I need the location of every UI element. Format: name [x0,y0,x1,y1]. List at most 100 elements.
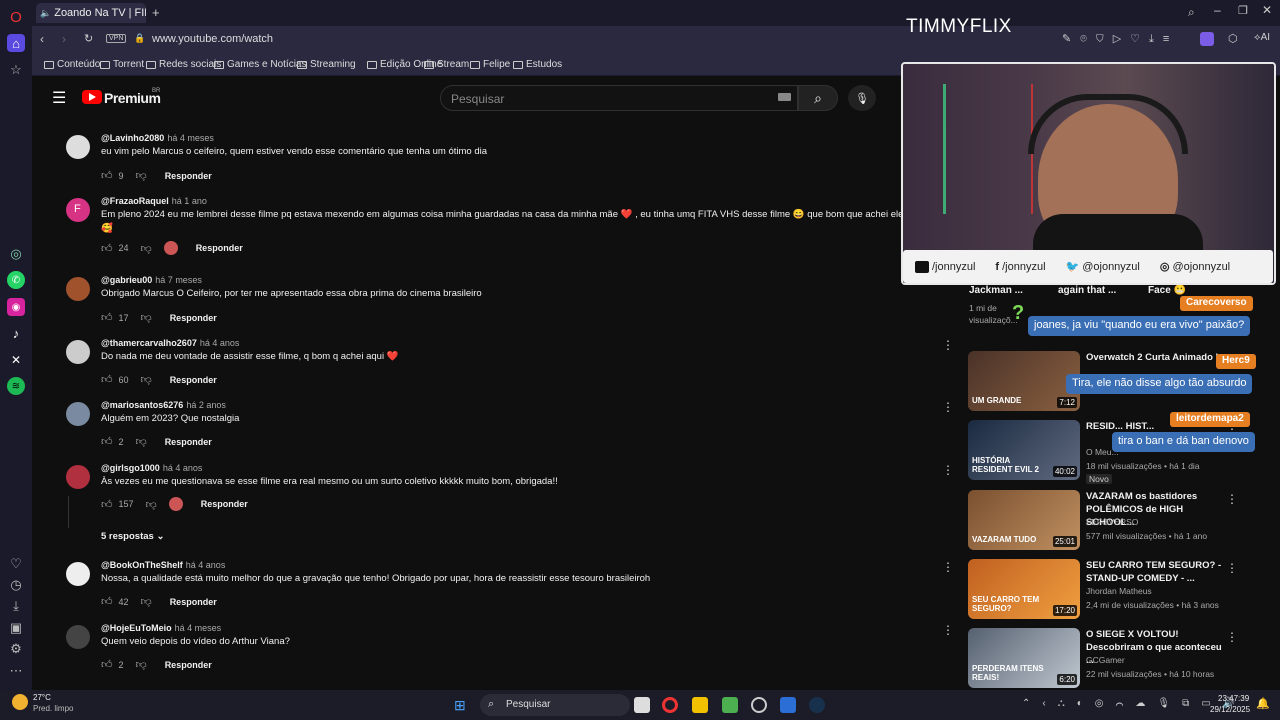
like-icon[interactable]: 👍︎ [101,311,113,324]
youtube-logo-icon[interactable] [82,90,102,104]
reply-button[interactable]: Responder [196,243,243,253]
dislike-icon[interactable]: 👎︎ [146,498,157,511]
opera-taskbar-icon[interactable] [662,697,678,713]
steam-icon[interactable] [809,697,825,713]
reply-button[interactable]: Responder [165,171,212,181]
avatar[interactable] [66,340,90,364]
video-channel[interactable]: GCGamer [1086,655,1125,665]
video-title[interactable]: SEU CARRO TEM SEGURO? - STAND-UP COMEDY … [1086,559,1226,585]
video-channel[interactable]: FEFOVERSO [1086,517,1138,527]
close-window-icon[interactable]: ✕ [1262,3,1272,17]
video-menu-icon[interactable]: ⋮ [1226,630,1238,644]
comment-author[interactable]: @BookOnTheShelf [101,560,183,570]
reply-button[interactable]: Responder [165,437,212,447]
minimize-icon[interactable]: – [1214,3,1221,17]
reply-button[interactable]: Responder [201,499,248,509]
comment-time[interactable]: há 4 anos [163,463,203,473]
comment-author[interactable]: @gabrieu00 [101,275,152,285]
active-tab[interactable]: 🔈 Zoando Na TV | FILME [36,3,146,23]
avatar[interactable] [66,562,90,586]
download-icon[interactable]: ⤓ [7,597,25,615]
comment-author[interactable]: @mariosantos6276 [101,400,183,410]
heart-icon[interactable]: ♡ [7,555,25,573]
comment-time[interactable]: há 7 meses [155,275,202,285]
video-title[interactable]: Overwatch 2 Curta Animado | [1086,351,1226,364]
like-icon[interactable]: 👍︎ [101,242,113,255]
dislike-icon[interactable]: 👎︎ [136,169,147,182]
dislike-icon[interactable]: 👎︎ [136,658,147,671]
like-icon[interactable]: 👍︎ [101,595,113,608]
like-icon[interactable]: 👍︎ [101,658,113,671]
extension-icon[interactable]: ⬡ [1228,32,1238,45]
sidebar-top-title-0[interactable]: Jackman ... [969,285,1023,296]
comment-menu-icon[interactable]: ⋮ [942,400,954,414]
comment-time[interactable]: há 4 meses [167,133,214,143]
like-icon[interactable]: 👍︎ [101,373,113,386]
instagram-icon[interactable]: ◉ [7,298,25,316]
back-icon[interactable]: ‹ [40,32,44,46]
like-icon[interactable]: 👍︎ [101,498,113,511]
comment-menu-icon[interactable]: ⋮ [942,623,954,637]
video-thumbnail[interactable]: HISTÓRIA RESIDENT EVIL 2 40:02 [968,420,1080,480]
comment-time[interactable]: há 4 meses [175,623,222,633]
bookmark-folder[interactable]: Streaming [297,59,356,70]
reload-icon[interactable]: ↻ [84,32,93,45]
tiktok-icon[interactable]: ♪ [7,324,25,342]
cube-icon[interactable]: ▣ [7,619,25,637]
bookmark-folder[interactable]: Games e Notícias [214,59,306,70]
reply-button[interactable]: Responder [170,313,217,323]
more-icon[interactable]: ⋯ [7,662,25,680]
comment-time[interactable]: há 1 ano [172,196,207,206]
comment-menu-icon[interactable]: ⋮ [942,560,954,574]
comment-time[interactable]: há 4 anos [186,560,226,570]
comment-author[interactable]: @thamercarvalho2607 [101,338,197,348]
app-green-icon[interactable] [722,697,738,713]
comment-author[interactable]: @HojeEuToMeio [101,623,172,633]
search-tabs-icon[interactable]: ⌕ [1188,5,1195,20]
dislike-icon[interactable]: 👎︎ [141,373,152,386]
sidebar-top-title-1[interactable]: again that ... [1058,285,1116,296]
bookmark-folder[interactable]: Estudos [513,59,562,70]
whatsapp-icon[interactable]: ✆ [7,271,25,289]
video-item[interactable]: PERDERAM ITENS REAIS! 6:20 O SIEGE X VOLTO… [968,628,1268,690]
file-explorer-icon[interactable] [692,697,708,713]
ai-button[interactable]: ⟡AI [1254,32,1270,43]
reply-button[interactable]: Responder [170,375,217,385]
mic-button[interactable]: 🎙 [848,85,876,111]
avatar[interactable] [66,402,90,426]
search-input[interactable]: Pesquisar [440,85,798,111]
app-blue-icon[interactable] [780,697,796,713]
notification-icon[interactable]: 🔔 [1256,697,1270,710]
toolbar-icons[interactable]: ✎⌾⛉▷♡⤓≡ [1062,32,1178,46]
avatar[interactable]: F [66,198,90,222]
home-icon[interactable]: ⌂ [7,34,25,52]
search-button[interactable]: ⌕ [798,85,838,111]
like-icon[interactable]: 👍︎ [101,169,113,182]
dislike-icon[interactable]: 👎︎ [141,242,152,255]
avatar[interactable] [66,465,90,489]
comment-author[interactable]: @FrazaoRaquel [101,196,169,206]
opera-logo-icon[interactable]: O [7,8,25,26]
reply-button[interactable]: Responder [170,597,217,607]
chatgpt-icon[interactable]: ◎ [7,245,25,263]
new-tab-icon[interactable]: + [152,5,160,20]
comment-author[interactable]: @girlsgo1000 [101,463,160,473]
comment-menu-icon[interactable]: ⋮ [942,463,954,477]
windows-start-icon[interactable]: ⊞ [454,697,466,714]
reply-button[interactable]: Responder [165,660,212,670]
keyboard-icon[interactable] [778,93,791,101]
avatar[interactable] [66,135,90,159]
menu-icon[interactable]: ☰ [52,88,66,108]
dislike-icon[interactable]: 👎︎ [136,435,147,448]
app-circle-icon[interactable] [751,697,767,713]
bookmark-folder[interactable]: Conteúdo [44,59,100,70]
video-menu-icon[interactable]: ⋮ [1226,561,1238,575]
forward-icon[interactable]: › [62,32,66,46]
video-item[interactable]: VAZARAM TUDO 25:01 VAZARAM os bastidores P… [968,490,1268,552]
bookmark-folder[interactable]: Stream [424,59,469,70]
weather-icon[interactable] [12,694,28,710]
video-menu-icon[interactable]: ⋮ [1226,492,1238,506]
video-thumbnail[interactable]: SEU CARRO TEM SEGURO? 17:20 [968,559,1080,619]
video-thumbnail[interactable]: VAZARAM TUDO 25:01 [968,490,1080,550]
maximize-icon[interactable]: ❐ [1238,4,1248,17]
